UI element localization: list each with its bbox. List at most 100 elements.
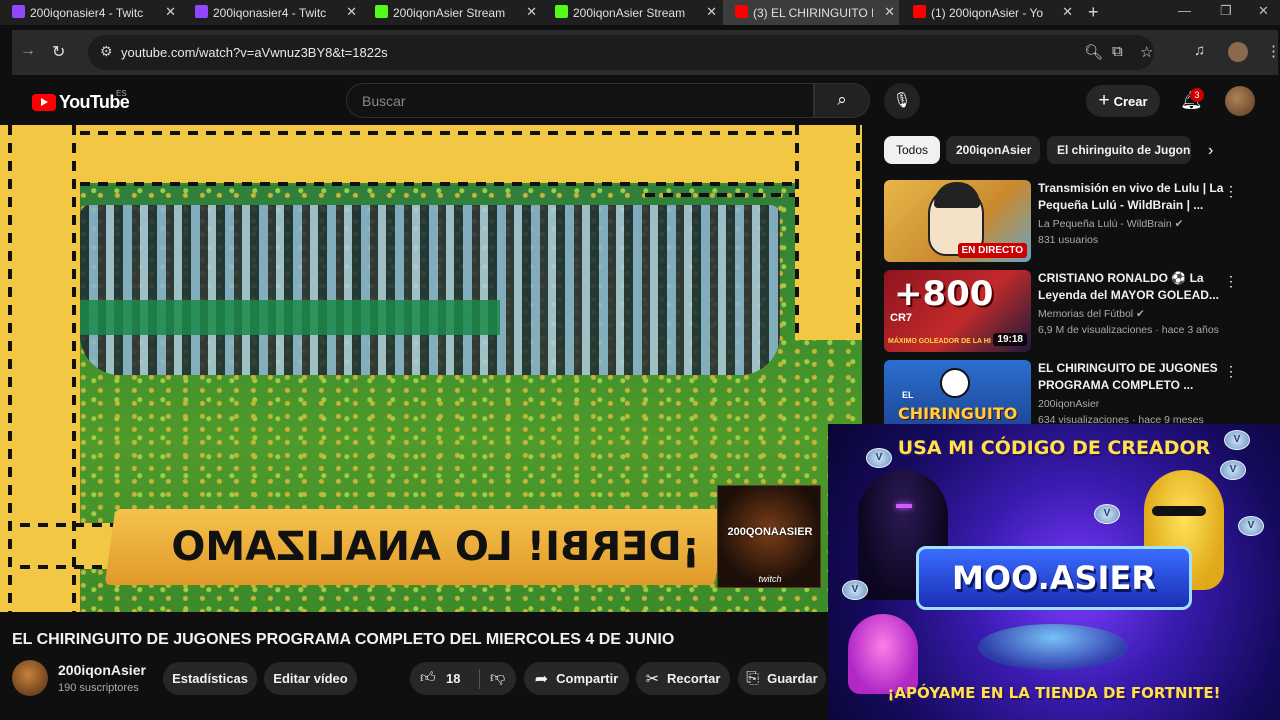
share-button[interactable]: ➦ Compartir [524, 662, 629, 695]
recommendation-title[interactable]: CRISTIANO RONALDO ⚽ La Leyenda del MAYOR… [1038, 270, 1228, 304]
save-button[interactable]: ⎘ Guardar [738, 662, 826, 695]
site-settings-icon[interactable]: ⚙ [100, 43, 113, 60]
search-button[interactable]: ⌕ [814, 83, 870, 118]
tab-title: (3) EL CHIRINGUITO I [753, 5, 873, 20]
fortnite-creator-code-overlay: V V V V V V USA MI CÓDIGO DE CREADOR MOO… [828, 424, 1280, 720]
thumbnail[interactable]: EN DIRECTO [884, 180, 1031, 262]
thumbs-up-icon[interactable]: 👍︎ [420, 669, 436, 687]
browser-tab[interactable]: 200iqonAsier Stream ✕ [543, 0, 721, 25]
recommendation-item[interactable]: EN DIRECTO Transmisión en vivo de Lulu |… [884, 180, 1264, 264]
browser-tab[interactable]: 200iqonAsier Stream ✕ [363, 0, 541, 25]
vbuck-coin-icon: V [1238, 516, 1264, 536]
youtube-logo[interactable]: YouTube [32, 92, 130, 113]
close-tab-icon[interactable]: ✕ [706, 4, 717, 20]
browser-tab-active[interactable]: (3) EL CHIRINGUITO I ✕ [723, 0, 899, 25]
account-avatar[interactable] [1225, 86, 1255, 116]
tape-dash [856, 125, 860, 340]
close-window-icon[interactable]: ✕ [1258, 3, 1269, 19]
tab-title: (1) 200iqonAsier - Yo [931, 5, 1044, 20]
video-frame-banner [80, 300, 500, 335]
clip-button[interactable]: ✂ Recortar [636, 662, 730, 695]
chip-channel[interactable]: 200iqonAsier [946, 136, 1040, 164]
close-tab-icon[interactable]: ✕ [346, 4, 357, 20]
tab-title: 200iqonAsier Stream [573, 5, 686, 20]
twitch-favicon-icon [195, 5, 208, 18]
yellow-frame-right [795, 125, 862, 340]
recommendation-channel[interactable]: 200iqonAsier [1038, 398, 1099, 410]
minimize-icon[interactable]: — [1178, 3, 1191, 18]
address-bar[interactable]: ⚙ youtube.com/watch?v=aVwnuz3BY8&t=1822s… [88, 35, 1154, 70]
statistics-label: Estadísticas [172, 671, 248, 686]
recommendation-title[interactable]: Transmisión en vivo de Lulu | La Pequeña… [1038, 180, 1228, 214]
tab-title: 200iqonasier4 - Twitc [30, 5, 144, 20]
menu-icon[interactable]: ⋮ [1266, 42, 1280, 60]
more-options-icon[interactable]: ⋮ [1224, 183, 1238, 200]
recommendation-channel[interactable]: Memorias del Fútbol ✔ [1038, 308, 1145, 320]
recommendation-meta: 6,9 M de visualizaciones · hace 3 años [1038, 324, 1219, 336]
channel-avatar[interactable] [12, 660, 48, 696]
more-options-icon[interactable]: ⋮ [1224, 363, 1238, 380]
recommendation-title[interactable]: EL CHIRINGUITO DE JUGONES PROGRAMA COMPL… [1038, 360, 1228, 394]
logo-card-name: 200QONAASIER [727, 526, 813, 538]
channel-name[interactable]: 200iqonAsier [58, 662, 146, 678]
creator-code: MOO.ASIER [916, 546, 1192, 610]
tape-dash [795, 125, 799, 340]
browser-tab[interactable]: (1) 200iqonAsier - Yo ✕ [901, 0, 1077, 25]
video-player[interactable]: ¡DERBI! LO ANALIZAMOS 200QONAASIER twitc… [0, 125, 862, 612]
live-badge: EN DIRECTO [957, 243, 1027, 258]
chip-chiringuito[interactable]: El chiringuito de Jugones [1047, 136, 1191, 164]
recommendation-item[interactable]: +800 CR7 MÁXIMO GOLEADOR DE LA HI 19:18 … [884, 270, 1264, 354]
statistics-button[interactable]: Estadísticas [163, 662, 257, 695]
chip-label: Todos [895, 143, 929, 157]
create-label: Crear [1113, 93, 1148, 109]
chip-all[interactable]: Todos [884, 136, 940, 164]
zoom-icon[interactable]: 🔍︎ [1084, 43, 1103, 61]
browser-toolbar: → ↻ ⚙ youtube.com/watch?v=aVwnuz3BY8&t=1… [12, 30, 1280, 75]
url-text[interactable]: youtube.com/watch?v=aVwnuz3BY8&t=1822s [121, 45, 388, 60]
duration-badge: 19:18 [993, 333, 1027, 346]
overlay-top-text: USA MI CÓDIGO DE CREADOR [897, 437, 1211, 459]
youtube-favicon-icon [913, 5, 926, 18]
search-input[interactable]: Buscar [346, 83, 814, 118]
verified-icon: ✔ [1136, 308, 1145, 320]
restore-icon[interactable]: ❐ [1220, 3, 1232, 19]
sunglasses-image [1152, 506, 1206, 516]
reload-icon[interactable]: ↻ [52, 42, 65, 62]
bookmark-star-icon[interactable]: ☆ [1140, 43, 1153, 61]
more-options-icon[interactable]: ⋮ [1224, 273, 1238, 290]
create-button[interactable]: + Crear [1086, 85, 1160, 117]
close-tab-icon[interactable]: ✕ [884, 4, 895, 20]
thumbnail[interactable]: +800 CR7 MÁXIMO GOLEADOR DE LA HI 19:18 [884, 270, 1031, 352]
save-label: Guardar [767, 671, 818, 686]
install-app-icon[interactable]: ⧉ [1112, 43, 1123, 60]
tape-dash [80, 182, 795, 186]
video-frame-players [80, 205, 780, 375]
edit-video-button[interactable]: Editar vídeo [264, 662, 357, 695]
thumbs-down-icon[interactable]: 👎︎ [490, 669, 505, 687]
youtube-play-icon [32, 94, 56, 111]
close-tab-icon[interactable]: ✕ [165, 4, 176, 20]
tab-title: 200iqonAsier Stream [393, 5, 506, 20]
forward-icon[interactable]: → [20, 42, 36, 60]
chip-label: 200iqonAsier [956, 143, 1032, 157]
close-tab-icon[interactable]: ✕ [526, 4, 537, 20]
twitch-favicon-icon [12, 5, 25, 18]
browser-tab[interactable]: 200iqonasier4 - Twitc ✕ [183, 0, 361, 25]
voice-search-button[interactable]: 🎙︎ [884, 83, 920, 119]
verified-icon: ✔ [1174, 218, 1184, 230]
like-count[interactable]: 18 [446, 671, 460, 686]
thumbnail-sub: CR7 [890, 312, 913, 324]
plus-icon: + [1098, 90, 1110, 111]
profile-avatar[interactable] [1228, 42, 1248, 62]
media-control-icon[interactable]: ♫ [1194, 42, 1205, 59]
new-tab-icon[interactable]: + [1088, 2, 1099, 23]
chevron-right-icon[interactable]: › [1208, 142, 1213, 160]
vbuck-coin-icon: V [842, 580, 868, 600]
lower-third-text: ¡DERBI! LO ANALIZAMOS [170, 524, 700, 570]
browser-tab[interactable]: 200iqonasier4 - Twitc ✕ [0, 0, 180, 25]
recommendation-channel[interactable]: La Pequeña Lulú - WildBrain ✔ [1038, 218, 1183, 230]
bookmark-icon: ⎘ [746, 669, 760, 687]
browser-tab-bar: 200iqonasier4 - Twitc ✕ 200iqonasier4 - … [0, 0, 1280, 25]
close-tab-icon[interactable]: ✕ [1062, 4, 1073, 20]
youtube-favicon-icon [735, 5, 748, 18]
